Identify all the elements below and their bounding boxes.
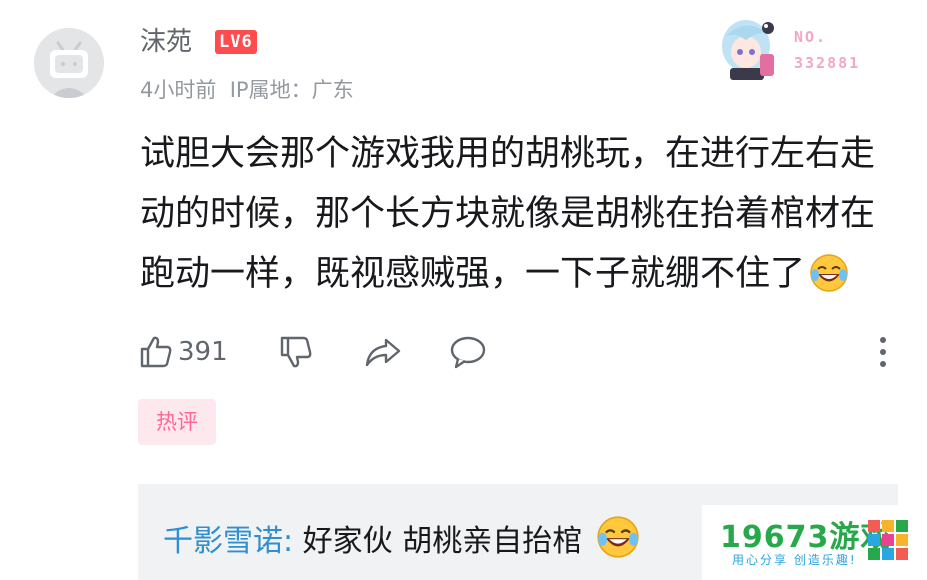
comment-time: 4小时前 <box>140 78 217 102</box>
more-icon <box>880 337 886 367</box>
hot-comment-tag: 热评 <box>138 399 216 445</box>
avatar[interactable] <box>34 28 104 98</box>
reply-content[interactable]: 千影雪诺: 好家伙 胡桃亲自抬棺 <box>163 515 640 565</box>
reply-button[interactable] <box>449 332 487 372</box>
share-icon <box>365 338 401 367</box>
like-count: 391 <box>178 337 228 367</box>
reply-icon <box>450 336 486 369</box>
cube-logo-icon <box>868 520 908 560</box>
thumbs-up-icon <box>140 336 172 368</box>
dislike-button[interactable] <box>278 332 314 372</box>
more-button[interactable] <box>876 334 890 370</box>
anime-girl-badge-icon <box>722 20 774 80</box>
username[interactable]: 沫苑 <box>140 22 192 62</box>
reply-username[interactable]: 千影雪诺 <box>163 524 283 559</box>
fan-badge-label: NO. <box>794 28 828 46</box>
like-button[interactable]: 391 <box>138 332 228 372</box>
reply-separator: : <box>283 524 294 559</box>
comment-meta: 4小时前 IP属地：广东 <box>140 72 354 108</box>
fan-badge-number: 332881 <box>794 54 861 72</box>
laugh-emoji-icon <box>597 516 639 558</box>
watermark-subtitle: 用心分享 创造乐趣! <box>732 553 857 567</box>
fan-badge[interactable] <box>716 14 876 84</box>
comment-body: 试胆大会那个游戏我用的胡桃玩，在进行左右走动的时候，那个长方块就像是胡桃在抬着棺… <box>140 124 895 304</box>
level-badge: LV6 <box>215 30 257 54</box>
tv-avatar-icon <box>34 28 104 98</box>
share-button[interactable] <box>364 332 402 372</box>
thumbs-down-icon <box>280 336 312 368</box>
ip-location: IP属地：广东 <box>229 78 354 102</box>
comment-text: 试胆大会那个游戏我用的胡桃玩，在进行左右走动的时候，那个长方块就像是胡桃在抬着棺… <box>140 134 876 294</box>
laugh-emoji-icon <box>810 254 848 292</box>
reply-text: 好家伙 胡桃亲自抬棺 <box>302 524 583 559</box>
